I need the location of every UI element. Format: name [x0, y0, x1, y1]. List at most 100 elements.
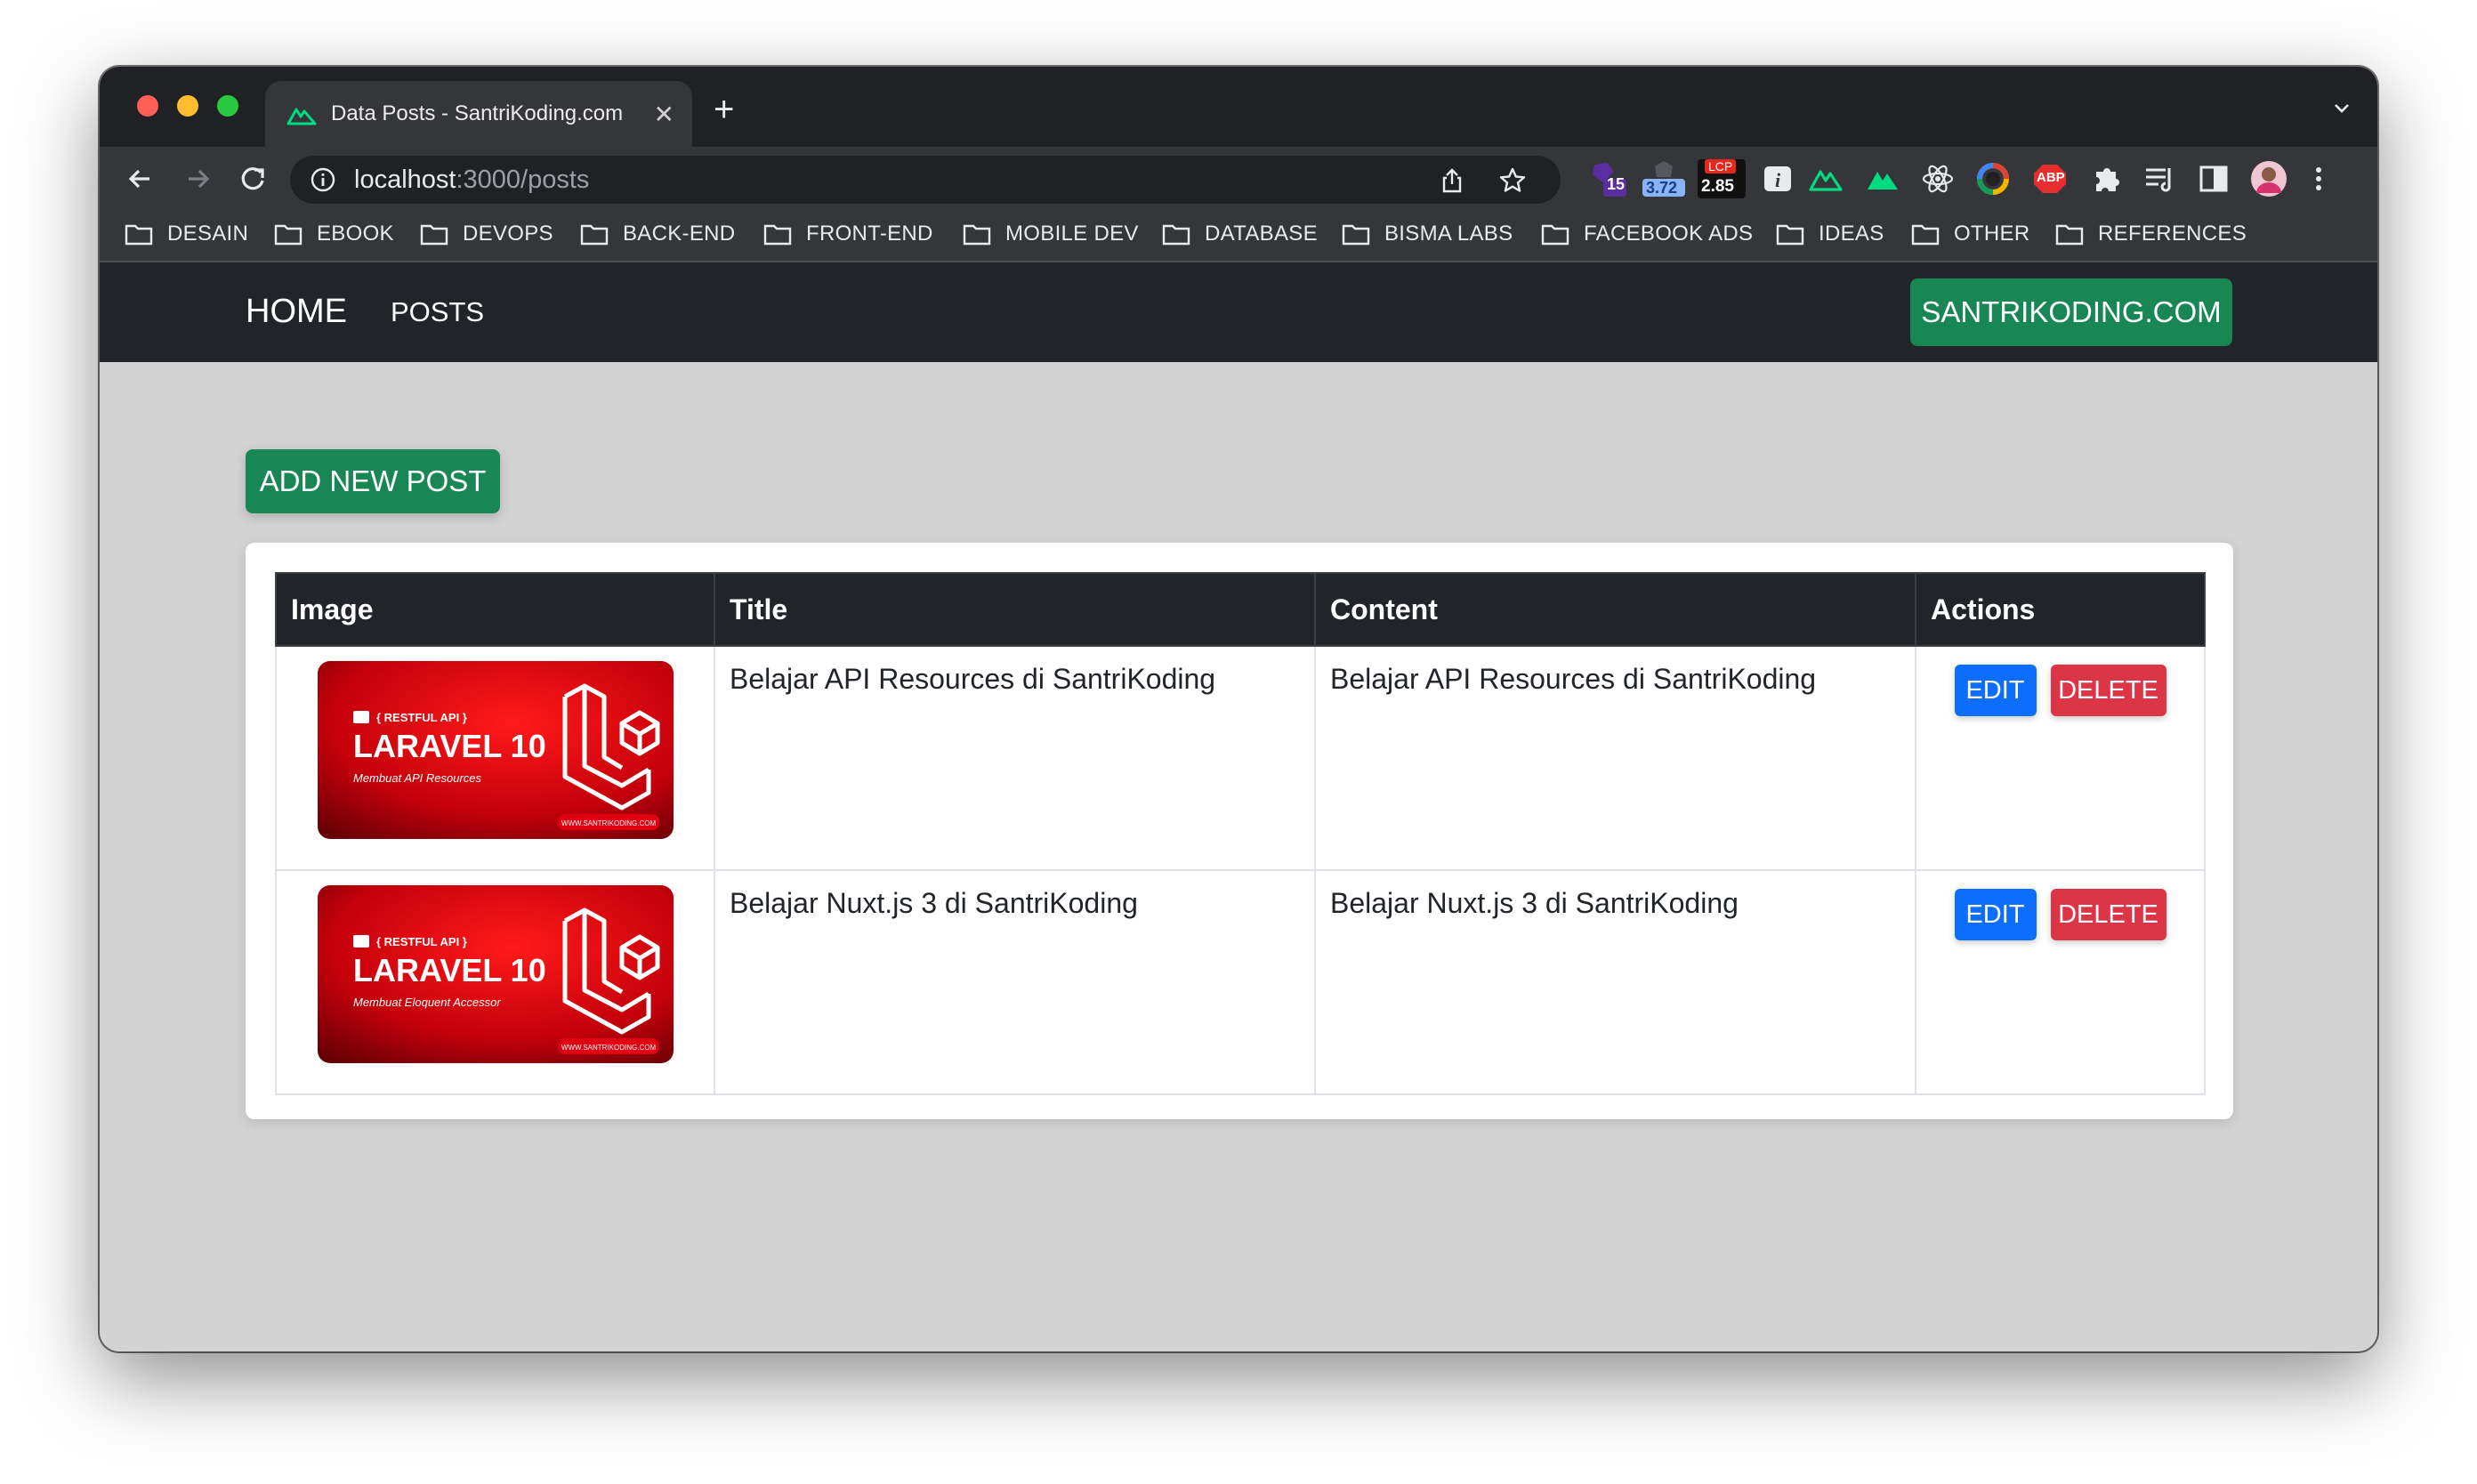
bookmark-label: BISMA LABS — [1384, 222, 1513, 246]
bookmark-label: DATABASE — [1205, 222, 1318, 246]
title-cell: Belajar Nuxt.js 3 di SantriKoding — [714, 869, 1316, 1095]
delete-button[interactable]: DELETE — [2050, 889, 2166, 940]
folder-icon — [1162, 224, 1190, 246]
bookmark-label: OTHER — [1954, 222, 2030, 246]
bookmark-folder-facebook-ads[interactable]: FACEBOOK ADS — [1541, 222, 1753, 246]
bookmark-label: FRONT-END — [806, 222, 933, 246]
thumb-tag: { RESTFUL API } — [376, 711, 467, 724]
content-cell: Belajar API Resources di SantriKoding — [1314, 645, 1916, 871]
folder-icon — [2055, 224, 2084, 246]
extension-badge-purple[interactable]: 15 — [1587, 159, 1632, 198]
browser-window: Data Posts - SantriKoding.com ✕ + localh… — [100, 67, 2377, 1351]
header-content: Content — [1314, 572, 1916, 647]
folder-icon — [1911, 224, 1940, 246]
extension-badge-blue[interactable]: 3.72 — [1639, 159, 1689, 198]
bookmark-folder-desain[interactable]: DESAIN — [125, 222, 248, 246]
thumb-subtitle: Membuat Eloquent Accessor — [353, 996, 501, 1009]
bookmark-folder-front-end[interactable]: FRONT-END — [763, 222, 933, 246]
reload-icon[interactable] — [233, 159, 272, 198]
table-row: { RESTFUL API } LARAVEL 10 Membuat API R… — [275, 645, 2206, 871]
extension-badge-value: 3.72 — [1646, 179, 1678, 197]
folder-icon — [274, 224, 303, 246]
adblock-plus-extension[interactable]: ABP — [2032, 159, 2068, 198]
bookmarks-bar: DESAIN EBOOK DEVOPS BACK-END FRONT-END M… — [100, 211, 2377, 262]
nuxt-devtools-icon[interactable] — [1808, 159, 1844, 198]
app-navbar: HOME POSTS SANTRIKODING.COM — [100, 262, 2377, 362]
nav-posts-link[interactable]: POSTS — [391, 296, 484, 328]
browser-toolbar: localhost:3000/posts 15 3.72 LCP 2.85 i … — [100, 147, 2377, 211]
color-picker-icon[interactable] — [1975, 159, 2011, 198]
bookmark-label: FACEBOOK ADS — [1584, 222, 1754, 246]
forward-arrow-icon[interactable] — [178, 159, 217, 198]
header-actions: Actions — [1915, 572, 2206, 647]
bookmark-folder-database[interactable]: DATABASE — [1162, 222, 1318, 246]
extensions-puzzle-icon[interactable] — [2089, 159, 2125, 198]
address-bar[interactable]: localhost:3000/posts — [290, 156, 1561, 204]
close-window-button[interactable] — [137, 95, 158, 117]
nuxt-favicon-icon — [286, 108, 317, 125]
thumb-heading: LARAVEL 10 — [353, 728, 546, 764]
vue-devtools-icon[interactable] — [1865, 159, 1900, 198]
profile-avatar[interactable] — [2249, 159, 2288, 198]
thumb-site: WWW.SANTRIKODING.COM — [561, 1044, 656, 1052]
edit-button[interactable]: EDIT — [1954, 665, 2037, 716]
bookmark-folder-mobile-dev[interactable]: MOBILE DEV — [963, 222, 1139, 246]
bookmark-folder-other[interactable]: OTHER — [1911, 222, 2030, 246]
svg-text:i: i — [1775, 169, 1781, 191]
url-host: localhost — [354, 165, 456, 194]
posts-table: Image Title Content Actions {RESTFUL AP… — [275, 572, 2206, 1095]
browser-titlebar: Data Posts - SantriKoding.com ✕ + — [100, 67, 2377, 147]
bookmark-folder-devops[interactable]: DEVOPS — [420, 222, 553, 246]
browser-menu-icon[interactable] — [2308, 159, 2329, 198]
thumb-site: WWW.SANTRIKODING.COM — [561, 819, 656, 827]
site-info-icon[interactable] — [310, 166, 336, 193]
new-tab-button[interactable]: + — [714, 92, 734, 127]
web-vitals-extension[interactable]: LCP 2.85 — [1696, 159, 1747, 198]
reading-list-icon[interactable] — [2142, 159, 2178, 198]
bookmark-label: REFERENCES — [2098, 222, 2247, 246]
browser-tab[interactable]: Data Posts - SantriKoding.com ✕ — [265, 81, 692, 147]
info-extension-icon[interactable]: i — [1762, 159, 1794, 198]
image-cell: { RESTFUL API } LARAVEL 10 Membuat API R… — [275, 645, 715, 871]
bookmark-folder-ideas[interactable]: IDEAS — [1776, 222, 1884, 246]
bookmark-folder-ebook[interactable]: EBOOK — [274, 222, 394, 246]
back-arrow-icon[interactable] — [121, 159, 160, 198]
url-text: localhost:3000/posts — [354, 165, 589, 195]
tab-title: Data Posts - SantriKoding.com — [331, 101, 624, 125]
bookmark-label: DESAIN — [167, 222, 249, 246]
thumb-heading: LARAVEL 10 — [353, 952, 546, 988]
share-icon[interactable] — [1438, 166, 1466, 195]
bookmark-label: MOBILE DEV — [1005, 222, 1139, 246]
header-title: Title — [714, 572, 1316, 647]
folder-icon — [1342, 224, 1370, 246]
bookmark-star-icon[interactable] — [1498, 166, 1527, 195]
maximize-window-button[interactable] — [217, 95, 238, 117]
add-new-post-button[interactable]: ADD NEW POST — [246, 449, 500, 513]
api-icon — [352, 935, 369, 948]
side-panel-icon[interactable] — [2196, 159, 2231, 198]
bookmark-folder-back-end[interactable]: BACK-END — [580, 222, 735, 246]
chevron-down-icon[interactable] — [2331, 97, 2352, 118]
nav-home-link[interactable]: HOME — [246, 293, 347, 331]
bookmark-folder-references[interactable]: REFERENCES — [2055, 222, 2247, 246]
extension-badge-count: 15 — [1607, 175, 1626, 193]
minimize-window-button[interactable] — [177, 95, 198, 117]
santrikoding-button[interactable]: SANTRIKODING.COM — [1910, 278, 2232, 346]
post-thumbnail: { RESTFUL API } LARAVEL 10 Membuat API R… — [317, 661, 674, 839]
tab-close-icon[interactable]: ✕ — [654, 100, 674, 129]
actions-cell: EDIT DELETE — [1915, 869, 2206, 1095]
thumb-subtitle: Membuat API Resources — [353, 771, 482, 785]
folder-icon — [580, 224, 609, 246]
bookmark-folder-bisma-labs[interactable]: BISMA LABS — [1342, 222, 1513, 246]
table-header-row: Image Title Content Actions — [275, 572, 2206, 647]
delete-button[interactable]: DELETE — [2050, 665, 2166, 716]
folder-icon — [763, 224, 792, 246]
react-devtools-icon[interactable] — [1920, 159, 1956, 198]
posts-card: Image Title Content Actions {RESTFUL AP… — [246, 543, 2233, 1119]
url-path: :3000/posts — [456, 165, 590, 194]
bookmark-label: EBOOK — [317, 222, 394, 246]
bookmark-label: IDEAS — [1819, 222, 1884, 246]
adblock-label: ABP — [2037, 170, 2065, 185]
edit-button[interactable]: EDIT — [1954, 889, 2037, 940]
post-thumbnail: { RESTFUL API } LARAVEL 10 Membuat Eloqu… — [317, 885, 674, 1063]
